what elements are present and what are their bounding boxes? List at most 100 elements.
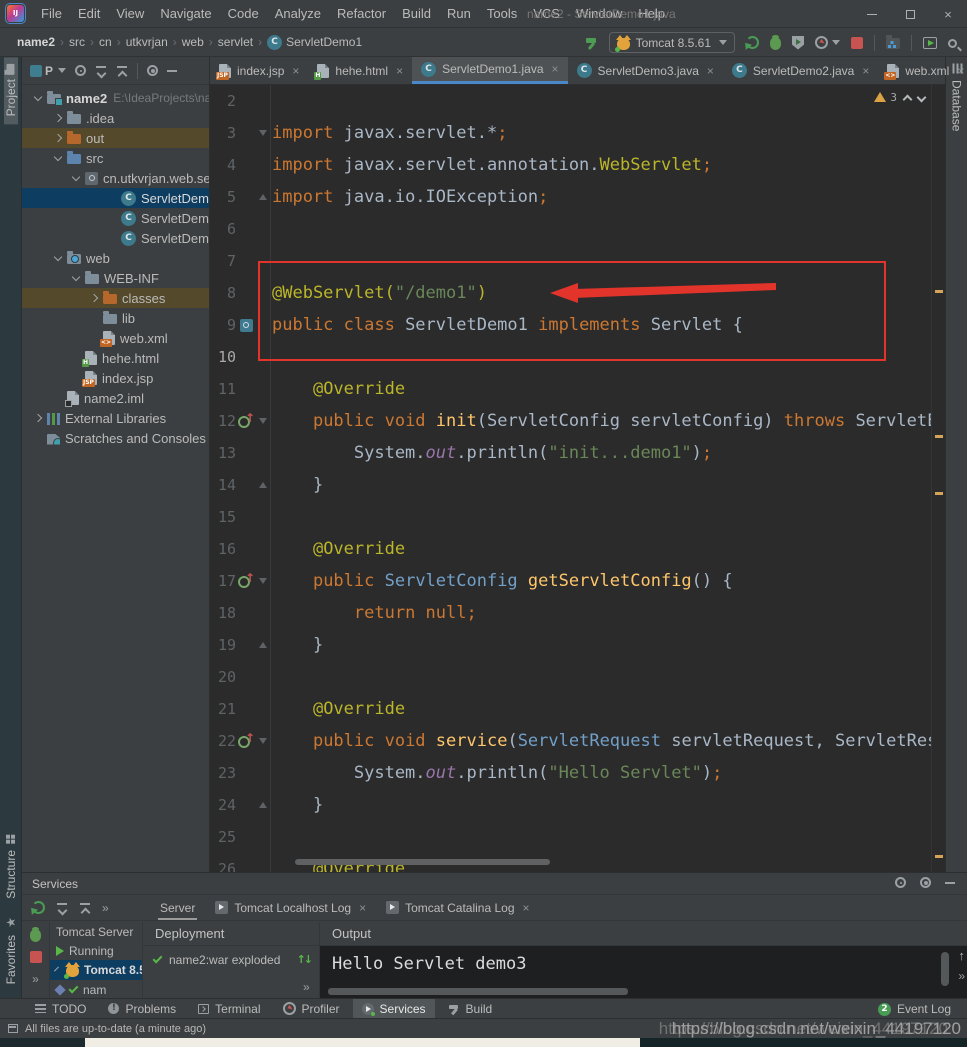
editor-tab-servletdemo3-java[interactable]: CServletDemo3.java× <box>568 57 723 84</box>
fold-marker-icon[interactable] <box>259 738 267 744</box>
editor-tab-index-jsp[interactable]: JSPindex.jsp× <box>210 57 308 84</box>
stop-server-button[interactable] <box>30 951 42 963</box>
fold-marker-icon[interactable] <box>259 578 267 584</box>
horizontal-scrollbar[interactable] <box>295 859 550 865</box>
breadcrumb-item-web[interactable]: web <box>179 35 207 49</box>
run-configuration-select[interactable]: Tomcat 8.5.61 <box>609 32 735 53</box>
project-view-select[interactable]: P <box>30 64 66 78</box>
close-tab-icon[interactable]: × <box>552 62 559 76</box>
warning-tick[interactable] <box>935 492 943 495</box>
breadcrumb-item-servlet[interactable]: servlet <box>215 35 256 49</box>
services-tree-item-tomcat-8-5-[interactable]: Tomcat 8.5. <box>50 960 142 980</box>
maximize-button[interactable] <box>891 0 929 28</box>
tree-item-cn-utkvrjan-web-servlet[interactable]: cn.utkvrjan.web.servlet <box>22 168 209 188</box>
tree-item-out[interactable]: out <box>22 128 209 148</box>
tree-item-scratches-and-consoles[interactable]: Scratches and Consoles <box>22 428 209 448</box>
chevron-down-icon[interactable] <box>54 967 59 972</box>
expand-all-button[interactable] <box>95 65 107 77</box>
menu-build[interactable]: Build <box>394 6 439 21</box>
chevron-right-icon[interactable] <box>33 414 41 422</box>
chevron-down-icon[interactable] <box>33 93 41 101</box>
breadcrumb-item-src[interactable]: src <box>66 35 88 49</box>
tool-button-terminal[interactable]: Terminal <box>189 999 269 1019</box>
breadcrumb-item-cn[interactable]: cn <box>96 35 115 49</box>
overrides-method-icon[interactable] <box>238 415 254 428</box>
tree-item-web-inf[interactable]: WEB-INF <box>22 268 209 288</box>
restart-debug-button[interactable] <box>30 929 41 942</box>
close-tab-icon[interactable]: × <box>523 901 530 915</box>
fold-marker-icon[interactable] <box>259 642 267 648</box>
coverage-button[interactable] <box>792 36 804 50</box>
settings-gear-icon[interactable] <box>147 65 158 76</box>
close-tab-icon[interactable]: × <box>359 901 366 915</box>
fold-marker-icon[interactable] <box>259 194 267 200</box>
chevron-right-icon[interactable] <box>53 134 61 142</box>
rerun-server-button[interactable] <box>32 901 45 914</box>
tool-tab-structure[interactable]: Structure <box>4 827 18 907</box>
inspection-widget[interactable]: 3 <box>874 88 925 106</box>
event-log-button[interactable]: 2 Event Log <box>878 999 951 1019</box>
stop-button[interactable] <box>851 37 863 49</box>
chevron-down-icon[interactable] <box>53 153 61 161</box>
chevron-down-icon[interactable] <box>53 253 61 261</box>
collapse-all-button[interactable] <box>116 65 128 77</box>
menu-navigate[interactable]: Navigate <box>152 6 219 21</box>
code-area[interactable]: 23import javax.servlet.*;4import javax.s… <box>210 85 931 872</box>
tree-item-name2-iml[interactable]: name2.iml <box>22 388 209 408</box>
run-button[interactable] <box>746 36 759 49</box>
services-tree-item-running[interactable]: Running <box>50 941 142 960</box>
deploy-swap-icon[interactable]: ↑↓ <box>297 954 311 966</box>
breadcrumb-item-utkvrjan[interactable]: utkvrjan <box>123 35 171 49</box>
deployment-row[interactable]: name2:war exploded↑↓ <box>143 946 319 967</box>
error-stripe[interactable] <box>931 85 945 872</box>
console[interactable]: Hello Servlet demo3 ↑ » <box>320 946 967 998</box>
warning-tick[interactable] <box>935 435 943 438</box>
hide-panel-button[interactable] <box>945 882 955 884</box>
profiler-button[interactable] <box>815 36 828 49</box>
chevron-down-icon[interactable] <box>71 173 79 181</box>
overrides-method-icon[interactable] <box>238 735 254 748</box>
menu-edit[interactable]: Edit <box>70 6 108 21</box>
tool-button-services[interactable]: Services <box>353 999 435 1019</box>
tool-button-build[interactable]: Build <box>439 999 502 1019</box>
editor-tab-servletdemo1-java[interactable]: CServletDemo1.java× <box>412 57 567 84</box>
tool-button-profiler[interactable]: Profiler <box>274 999 349 1019</box>
close-tab-icon[interactable]: × <box>396 64 403 78</box>
menu-code[interactable]: Code <box>220 6 267 21</box>
tree-item-hehe-html[interactable]: Hhehe.html <box>22 348 209 368</box>
minimize-button[interactable] <box>853 0 891 28</box>
more-actions-button[interactable]: » <box>102 901 109 915</box>
chevron-right-icon[interactable] <box>53 114 61 122</box>
next-warning-icon[interactable] <box>917 92 927 102</box>
menu-run[interactable]: Run <box>439 6 479 21</box>
close-button[interactable]: × <box>929 0 967 28</box>
services-tab-tomcat-catalina-log[interactable]: Tomcat Catalina Log× <box>376 895 539 920</box>
locate-button[interactable] <box>895 877 906 888</box>
build-hammer-icon[interactable] <box>584 36 598 50</box>
implements-interface-icon[interactable] <box>240 319 253 332</box>
chevron-down-icon[interactable] <box>71 273 79 281</box>
fold-marker-icon[interactable] <box>259 418 267 424</box>
run-dashboard-button[interactable] <box>923 37 937 49</box>
horizontal-scrollbar[interactable] <box>328 988 628 995</box>
tree-item-servletdemo3[interactable]: CServletDemo3 <box>22 228 209 248</box>
tool-tab-favorites[interactable]: Favorites ★ <box>4 907 18 992</box>
more-actions-button[interactable]: » <box>958 969 965 983</box>
search-everywhere-button[interactable] <box>948 39 957 48</box>
scroll-to-top-button[interactable]: ↑ <box>958 948 965 963</box>
tool-tab-database[interactable]: Database <box>950 57 964 137</box>
vertical-scrollbar[interactable] <box>941 952 949 986</box>
chevron-right-icon[interactable] <box>89 294 97 302</box>
close-tab-icon[interactable]: × <box>292 64 299 78</box>
services-tab-tomcat-localhost-log[interactable]: Tomcat Localhost Log× <box>205 895 376 920</box>
breadcrumb-item-servletdemo1[interactable]: CServletDemo1 <box>264 35 365 50</box>
settings-gear-icon[interactable] <box>920 877 931 888</box>
fold-marker-icon[interactable] <box>259 130 267 136</box>
debug-button[interactable] <box>770 37 781 50</box>
tree-item-src[interactable]: src <box>22 148 209 168</box>
project-structure-button[interactable] <box>886 38 900 49</box>
hide-panel-button[interactable] <box>167 70 177 72</box>
menu-file[interactable]: File <box>33 6 70 21</box>
locate-file-button[interactable] <box>75 65 86 76</box>
menu-view[interactable]: View <box>108 6 152 21</box>
